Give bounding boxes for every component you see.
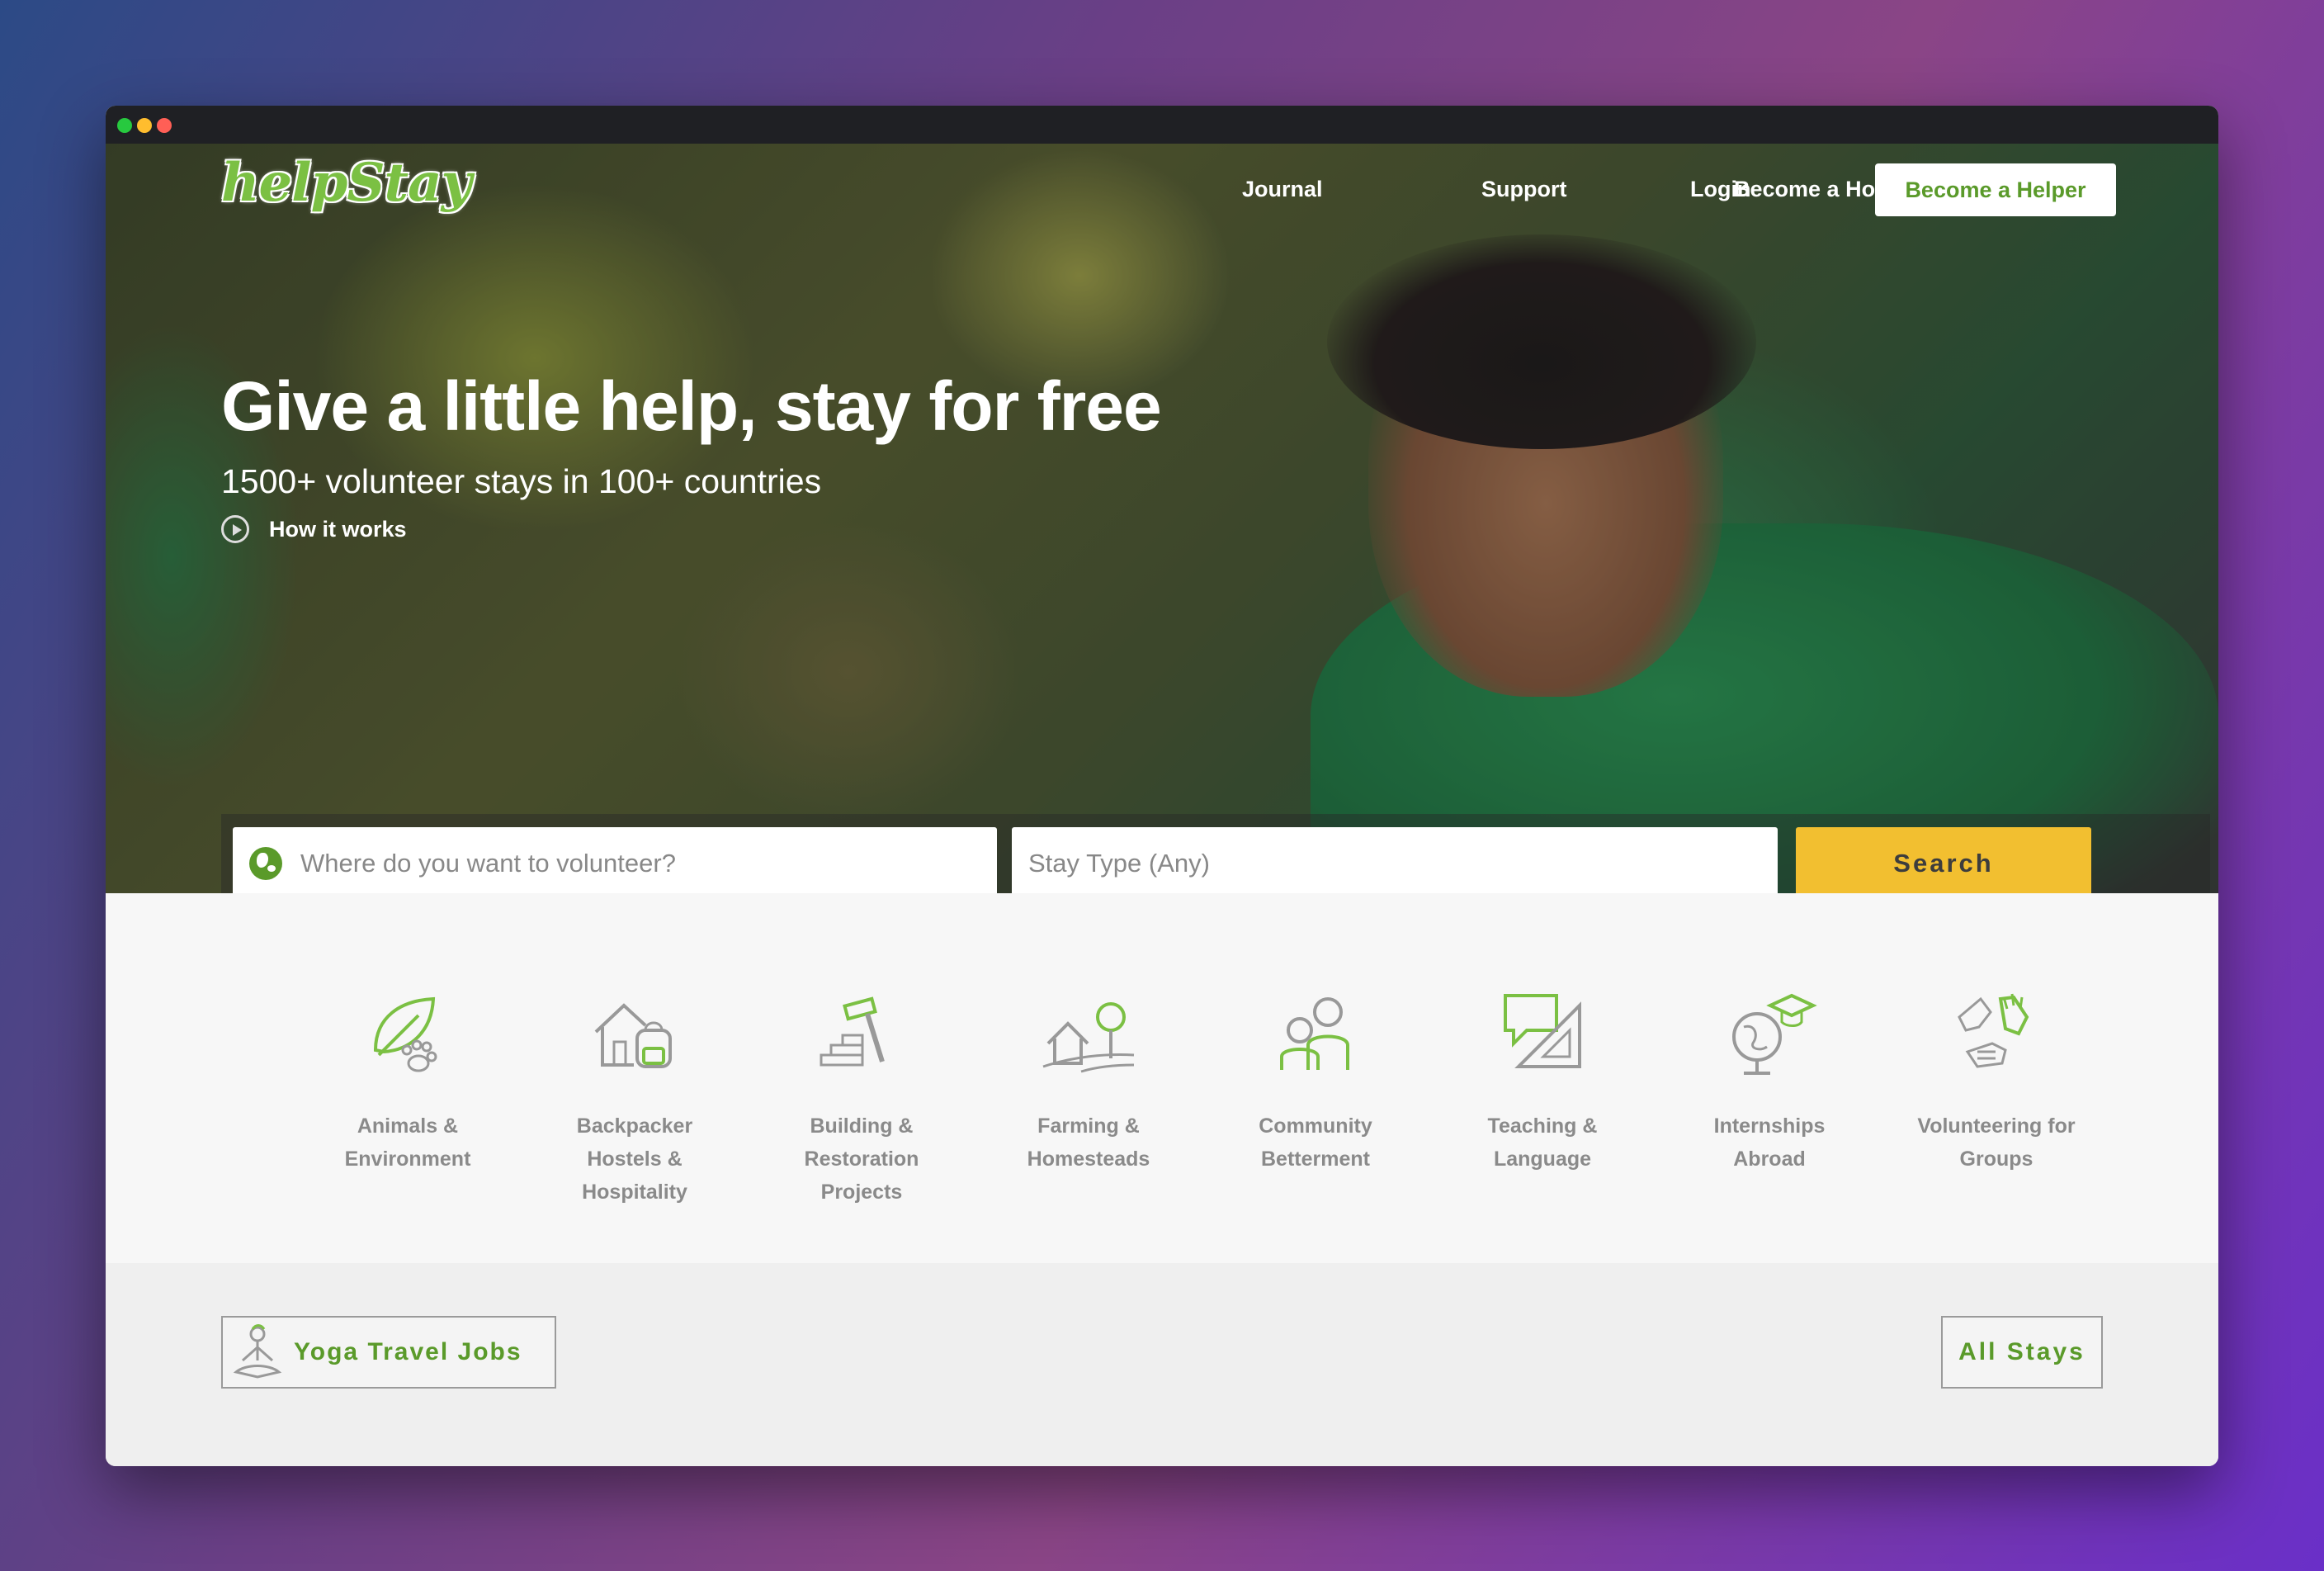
category-list: Animals & Environment Backpacker Hostels &… — [106, 893, 2218, 1263]
top-nav: Journal Support Login Become a Host Beco… — [106, 163, 2218, 216]
yoga-meditation-icon — [233, 1324, 282, 1379]
bricks-hammer-icon — [820, 996, 885, 1067]
hero-headline: Give a little help, stay for free — [221, 367, 1162, 445]
category-farming-homesteads[interactable]: Farming & Homesteads — [1006, 984, 1171, 1176]
search-button[interactable]: Search — [1796, 827, 2091, 900]
globe-icon — [249, 847, 282, 880]
category-animals-environment[interactable]: Animals & Environment — [325, 984, 490, 1176]
category-label: Volunteering for Groups — [1917, 1114, 2076, 1171]
category-community-betterment[interactable]: Community Betterment — [1233, 984, 1398, 1176]
window-zoom-button[interactable] — [117, 118, 132, 133]
hero-subheadline: 1500+ volunteer stays in 100+ countries — [221, 462, 822, 500]
nav-link-support[interactable]: Support — [1481, 177, 1566, 202]
play-icon — [221, 515, 249, 543]
category-backpacker-hostels[interactable]: Backpacker Hostels & Hospitality — [552, 984, 717, 1209]
stay-type-value: Stay Type (Any) — [1028, 849, 1210, 878]
leaf-paw-icon — [373, 996, 437, 1072]
stay-type-select[interactable]: Stay Type (Any) — [1012, 827, 1778, 900]
hero-overlay — [106, 144, 2218, 893]
category-building-restoration[interactable]: Building & Restoration Projects — [779, 984, 944, 1209]
window-minimize-button[interactable] — [137, 118, 152, 133]
footer-actions: Yoga Travel Jobs All Stays — [106, 1263, 2218, 1466]
people-icon — [1280, 997, 1349, 1070]
location-search-input[interactable]: Where do you want to volunteer? — [233, 827, 997, 900]
nav-link-journal[interactable]: Journal — [1242, 177, 1323, 202]
nav-link-become-host[interactable]: Become a Host — [1734, 177, 1895, 202]
globe-graduation-icon — [1732, 993, 1817, 1075]
category-label: Community Betterment — [1259, 1114, 1372, 1171]
category-label: Animals & Environment — [344, 1114, 471, 1171]
category-label: Teaching & Language — [1487, 1114, 1598, 1171]
category-label: Building & Restoration Projects — [804, 1114, 919, 1204]
how-it-works-link[interactable]: How it works — [221, 515, 407, 543]
location-placeholder: Where do you want to volunteer? — [300, 849, 676, 878]
raised-hands-icon — [1958, 993, 2029, 1068]
window-close-button[interactable] — [157, 118, 172, 133]
category-teaching-language[interactable]: Teaching & Language — [1460, 984, 1625, 1176]
hostel-backpack-icon — [594, 1003, 672, 1068]
hero-section: helpStay Journal Support Login Become a … — [106, 144, 2218, 893]
how-it-works-label: How it works — [269, 516, 407, 542]
category-volunteering-groups[interactable]: Volunteering for Groups — [1914, 984, 2079, 1176]
category-label: Farming & Homesteads — [1027, 1114, 1150, 1171]
window-titlebar — [106, 106, 2218, 144]
browser-window: helpStay Journal Support Login Become a … — [106, 106, 2218, 1466]
speech-ruler-icon — [1504, 994, 1581, 1068]
yoga-travel-jobs-label: Yoga Travel Jobs — [294, 1338, 522, 1365]
category-label: Backpacker Hostels & Hospitality — [576, 1114, 693, 1204]
category-label: Internships Abroad — [1713, 1114, 1826, 1171]
become-helper-button[interactable]: Become a Helper — [1875, 163, 2116, 216]
farmhouse-tree-icon — [1042, 1002, 1135, 1073]
all-stays-button[interactable]: All Stays — [1941, 1316, 2103, 1389]
yoga-travel-jobs-button[interactable]: Yoga Travel Jobs — [221, 1316, 556, 1389]
category-internships-abroad[interactable]: Internships Abroad — [1687, 984, 1852, 1176]
